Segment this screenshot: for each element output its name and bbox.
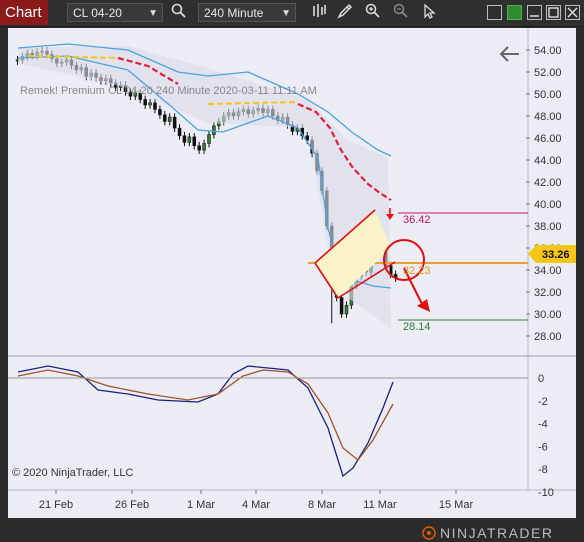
candle-body	[163, 114, 167, 122]
date-tick-label: 21 Feb	[39, 499, 73, 511]
window-style-icon[interactable]	[487, 5, 502, 20]
bar-chart-icon[interactable]	[309, 3, 329, 23]
current-price-marker: 33.26	[528, 245, 576, 263]
instrument-selector[interactable]: CL 04-20 ▼	[67, 3, 163, 22]
candle-body	[172, 116, 177, 129]
chevron-down-icon: ▼	[281, 8, 291, 19]
candle-body	[202, 143, 206, 151]
date-tick-label: 11 Mar	[363, 499, 397, 511]
period-label: 240 Minute	[204, 6, 264, 20]
level-high-label: 36.42	[403, 214, 431, 226]
date-tick-label: 15 Mar	[439, 499, 474, 511]
price-tick-label: 44.00	[534, 155, 562, 167]
level-low-label: 28.14	[403, 321, 431, 333]
chart-panel[interactable]: Remek! Premium CL 04-20 240 Minute 2020-…	[8, 28, 576, 518]
osc-tick-label: -6	[538, 441, 548, 453]
candle-body	[207, 134, 211, 144]
candle-body	[167, 116, 172, 122]
candle-body	[153, 102, 157, 110]
link-color-icon[interactable]	[507, 5, 522, 20]
osc-tick-label: -8	[538, 464, 548, 476]
price-tick-label: 34.00	[534, 265, 562, 277]
osc-tick-label: -4	[538, 419, 548, 431]
candle-body	[212, 125, 216, 135]
date-tick-label: 4 Mar	[242, 499, 270, 511]
chevron-down-icon: ▼	[148, 8, 158, 19]
candle-body	[344, 304, 349, 315]
price-tick-label: 40.00	[534, 199, 562, 211]
copyright-label: © 2020 NinjaTrader, LLC	[12, 467, 133, 479]
candle-body	[177, 127, 182, 137]
price-tick-label: 50.00	[534, 89, 562, 101]
pencil-icon[interactable]	[335, 3, 355, 23]
candle-body	[187, 136, 192, 143]
candle-body	[143, 99, 147, 106]
period-selector[interactable]: 240 Minute ▼	[198, 3, 296, 22]
osc-tick-label: 0	[538, 373, 544, 385]
date-tick-label: 26 Feb	[115, 499, 149, 511]
price-tick-label: 32.00	[534, 287, 562, 299]
osc-tick-label: -10	[538, 487, 554, 499]
candle-body	[197, 145, 201, 151]
date-tick-label: 1 Mar	[187, 499, 215, 511]
price-tick-label: 38.00	[534, 221, 562, 233]
price-tick-label: 28.00	[534, 331, 562, 343]
close-icon[interactable]	[565, 5, 580, 20]
candle-body	[158, 109, 162, 116]
price-tick-label: 48.00	[534, 111, 562, 123]
price-tick-label: 46.00	[534, 133, 562, 145]
level-mid-label: 32.23	[403, 265, 431, 277]
chart-tab[interactable]: Chart	[0, 0, 48, 25]
footer: NINJATRADER	[0, 520, 584, 542]
date-tick-label: 8 Mar	[308, 499, 336, 511]
zoom-out-icon[interactable]	[391, 3, 411, 23]
current-price-label: 33.26	[542, 249, 570, 261]
minimize-icon[interactable]	[527, 5, 542, 20]
maximize-icon[interactable]	[546, 5, 561, 20]
candle-body	[148, 102, 152, 106]
zoom-in-icon[interactable]	[363, 3, 383, 23]
instrument-label: CL 04-20	[73, 6, 122, 20]
candle-body	[182, 135, 187, 143]
price-tick-label: 42.00	[534, 177, 562, 189]
search-icon[interactable]	[169, 3, 189, 23]
osc-tick-label: -2	[538, 396, 548, 408]
brand-label: NINJATRADER	[440, 525, 553, 541]
price-tick-label: 54.00	[534, 45, 562, 57]
chart-info-label: Remek! Premium CL 04-20 240 Minute 2020-…	[20, 85, 317, 97]
ninjatrader-logo-icon	[422, 526, 436, 540]
candle-body	[339, 297, 344, 315]
candle-body	[192, 136, 197, 146]
price-tick-label: 30.00	[534, 309, 562, 321]
price-tick-label: 52.00	[534, 67, 562, 79]
toolbar: Chart CL 04-20 ▼ 240 Minute ▼	[0, 0, 584, 27]
pointer-icon[interactable]	[419, 3, 439, 23]
